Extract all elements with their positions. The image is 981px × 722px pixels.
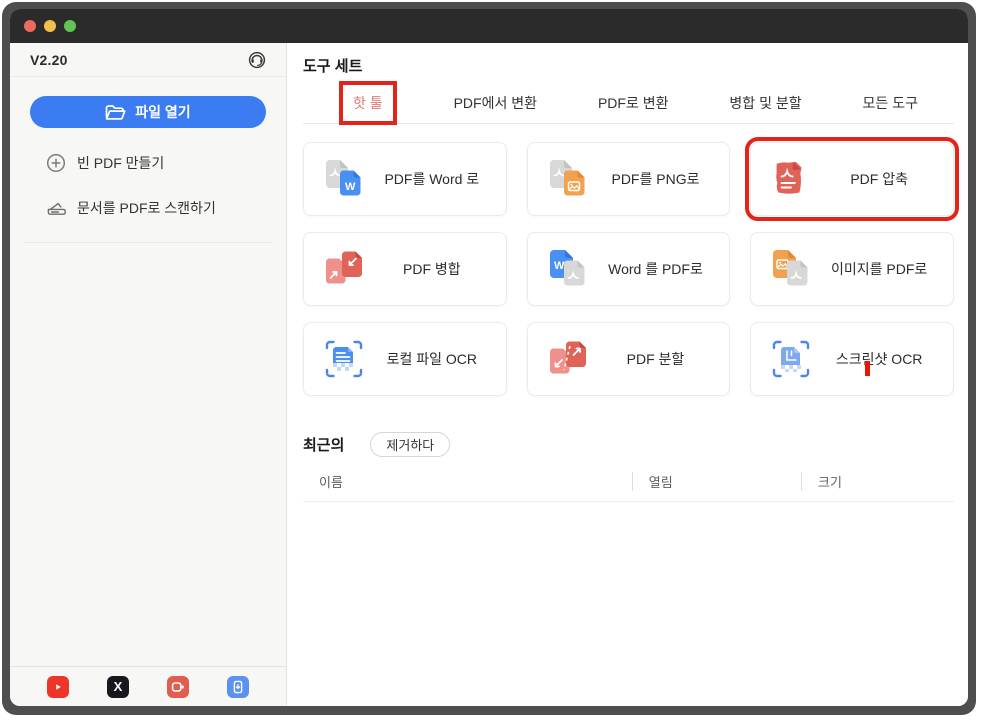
pdf-to-png-icon <box>544 156 592 202</box>
tab-hot-tools[interactable]: 핫 툴 <box>343 85 393 121</box>
zoom-button[interactable] <box>64 20 76 32</box>
tool-tabs: 핫 툴 PDF에서 변환 PDF로 변환 병합 및 분할 모든 도구 <box>303 82 954 124</box>
clear-recent-button[interactable]: 제거하다 <box>370 432 451 457</box>
red-cursor-annotation <box>865 361 871 376</box>
column-opened[interactable]: 열림 <box>631 472 801 491</box>
card-pdf-merge[interactable]: PDF 병합 <box>303 232 507 306</box>
card-local-file-ocr[interactable]: 로컬 파일 OCR <box>303 322 507 396</box>
create-blank-pdf-label: 빈 PDF 만들기 <box>77 155 165 171</box>
scanner-icon <box>46 198 66 218</box>
version-label: V2.20 <box>30 51 68 68</box>
plus-circle-icon <box>46 153 66 173</box>
sidebar-nav: 빈 PDF 만들기 문서를 PDF로 스캔하기 <box>10 128 286 218</box>
tool-card-grid: W PDF를 Word 로 PDF를 PNG로 PDF 압축 PDF 병합 W … <box>303 137 959 396</box>
video-record-icon[interactable] <box>167 675 189 698</box>
headset-support-icon[interactable] <box>246 49 268 71</box>
x-icon[interactable]: X <box>107 675 129 698</box>
sidebar-header: V2.20 <box>10 43 286 77</box>
app-body: V2.20 파일 열기 빈 PDF 만들기 문서를 PDF로 스캔하기 X 도구… <box>10 43 968 706</box>
word-to-pdf-icon: W <box>544 246 592 292</box>
card-pdf-to-png[interactable]: PDF를 PNG로 <box>526 142 731 216</box>
svg-text:W: W <box>345 181 356 193</box>
open-file-button[interactable]: 파일 열기 <box>30 96 266 128</box>
screenshot-ocr-icon <box>767 336 815 382</box>
card-label: PDF 압축 <box>850 171 908 187</box>
main-panel: 도구 세트 핫 툴 PDF에서 변환 PDF로 변환 병합 및 분할 모든 도구 <box>287 43 968 706</box>
image-to-pdf-icon <box>767 246 815 292</box>
recent-section-header: 최근의 제거하다 <box>303 432 954 457</box>
card-screenshot-ocr[interactable]: 스크린샷 OCR <box>750 322 954 396</box>
card-pdf-compress[interactable]: PDF 압축 <box>745 137 959 221</box>
card-label: 이미지를 PDF로 <box>831 261 928 277</box>
pdf-merge-icon <box>320 246 368 292</box>
recent-title: 최근의 <box>303 437 345 454</box>
pdf-to-word-icon: W <box>320 156 368 202</box>
page-title: 도구 세트 <box>303 58 363 75</box>
card-pdf-to-word[interactable]: W PDF를 Word 로 <box>303 142 507 216</box>
titlebar <box>10 9 968 43</box>
card-label: 스크린샷 OCR <box>835 351 923 367</box>
window-outer-frame: V2.20 파일 열기 빈 PDF 만들기 문서를 PDF로 스캔하기 X 도구… <box>2 2 976 715</box>
mobile-app-download-icon[interactable] <box>227 675 249 698</box>
youtube-icon[interactable] <box>47 675 69 698</box>
svg-text:W: W <box>554 260 565 272</box>
traffic-lights <box>24 20 76 32</box>
pdf-split-icon <box>544 336 592 382</box>
card-label: 로컬 파일 OCR <box>386 351 478 367</box>
recent-table-header: 이름 열림 크기 <box>303 472 954 502</box>
app-window: V2.20 파일 열기 빈 PDF 만들기 문서를 PDF로 스캔하기 X 도구… <box>10 9 968 706</box>
card-pdf-split[interactable]: PDF 분할 <box>526 322 731 396</box>
tab-merge-split[interactable]: 병합 및 분할 <box>729 93 801 113</box>
local-file-ocr-icon <box>320 336 368 382</box>
scan-to-pdf-item[interactable]: 문서를 PDF로 스캔하기 <box>46 198 286 218</box>
tab-all-tools[interactable]: 모든 도구 <box>863 93 918 113</box>
open-folder-icon <box>105 104 126 121</box>
create-blank-pdf-item[interactable]: 빈 PDF 만들기 <box>46 153 286 173</box>
tab-convert-to-pdf[interactable]: PDF로 변환 <box>598 93 669 113</box>
pdf-compress-icon <box>767 156 815 202</box>
sidebar: V2.20 파일 열기 빈 PDF 만들기 문서를 PDF로 스캔하기 X <box>10 43 287 706</box>
screenshot-stage: V2.20 파일 열기 빈 PDF 만들기 문서를 PDF로 스캔하기 X 도구… <box>0 0 981 722</box>
card-label: PDF를 Word 로 <box>384 171 480 187</box>
minimize-button[interactable] <box>44 20 56 32</box>
column-name[interactable]: 이름 <box>303 472 632 491</box>
card-label: PDF 병합 <box>403 261 461 277</box>
social-links-row: X <box>10 666 286 706</box>
close-button[interactable] <box>24 20 36 32</box>
card-label: PDF 분할 <box>626 351 685 367</box>
scan-to-pdf-label: 문서를 PDF로 스캔하기 <box>77 200 216 216</box>
tab-convert-from-pdf[interactable]: PDF에서 변환 <box>454 93 537 113</box>
column-size[interactable]: 크기 <box>801 472 954 491</box>
card-image-to-pdf[interactable]: 이미지를 PDF로 <box>750 232 954 306</box>
card-label: PDF를 PNG로 <box>611 171 700 187</box>
card-label: Word 를 PDF로 <box>608 261 703 277</box>
open-file-label: 파일 열기 <box>135 104 191 120</box>
card-word-to-pdf[interactable]: W Word 를 PDF로 <box>526 232 731 306</box>
